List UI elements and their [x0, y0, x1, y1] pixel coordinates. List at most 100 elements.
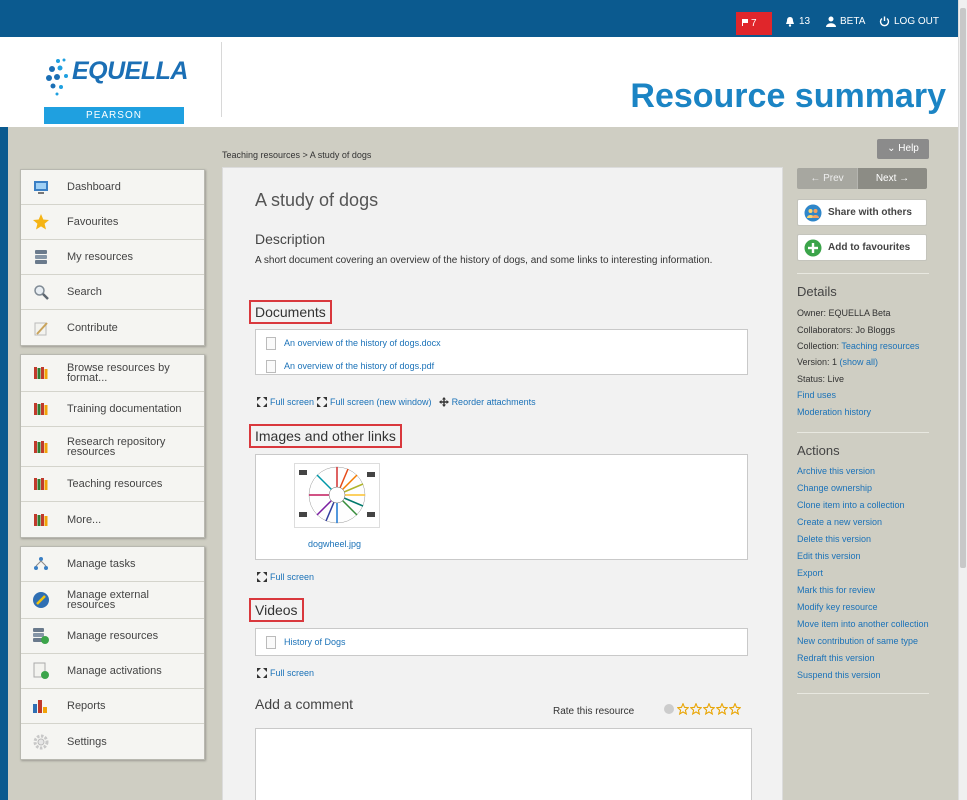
- list-item[interactable]: An overview of the history of dogs.docx: [256, 333, 747, 353]
- sidebar-item-manage-external[interactable]: Manage external resources: [21, 582, 204, 619]
- description-text: A short document covering an overview of…: [255, 255, 713, 266]
- books-icon: [31, 399, 51, 419]
- header-divider: [221, 42, 222, 117]
- sidebar-item-label: Manage external resources: [67, 589, 149, 611]
- action-link[interactable]: New contribution of same type: [797, 636, 929, 647]
- sidebar-item-manage-activations[interactable]: Manage activations: [21, 654, 204, 689]
- full-screen-new-window-link[interactable]: Full screen (new window): [330, 397, 432, 407]
- action-link[interactable]: Modify key resource: [797, 602, 929, 613]
- sidebar-item-favourites[interactable]: Favourites: [21, 205, 204, 240]
- action-link[interactable]: Delete this version: [797, 534, 929, 545]
- star-icon: [31, 212, 51, 232]
- sidebar-item-my-resources[interactable]: My resources: [21, 240, 204, 275]
- add-comment-heading: Add a comment: [255, 696, 354, 712]
- sidebar-item-research-repo[interactable]: Research repository resources: [21, 427, 204, 467]
- chevron-down-icon: ⌄: [887, 143, 899, 154]
- document-link[interactable]: An overview of the history of dogs.docx: [284, 338, 441, 348]
- flag-badge[interactable]: 7: [736, 12, 772, 35]
- version-line: Version: 1 (show all): [797, 356, 929, 369]
- notifications[interactable]: 13: [785, 16, 810, 27]
- user-icon: [826, 16, 836, 27]
- videos-heading: Videos: [249, 598, 304, 622]
- action-link[interactable]: Move item into another collection: [797, 619, 929, 630]
- books-icon: [31, 510, 51, 530]
- sidebar-item-teaching-resources[interactable]: Teaching resources: [21, 467, 204, 502]
- rating-stars[interactable]: [664, 703, 741, 715]
- sidebar-item-dashboard[interactable]: Dashboard: [21, 170, 204, 205]
- action-link[interactable]: Archive this version: [797, 466, 929, 477]
- action-link[interactable]: Suspend this version: [797, 670, 929, 681]
- moderation-history-link[interactable]: Moderation history: [797, 407, 929, 418]
- sidebar-item-more[interactable]: More...: [21, 502, 204, 537]
- sidebar-item-training-docs[interactable]: Training documentation: [21, 392, 204, 427]
- collaborators-text: Collaborators: Jo Bloggs: [797, 325, 896, 335]
- sidebar-item-contribute[interactable]: Contribute: [21, 310, 204, 345]
- clear-rating-icon[interactable]: [664, 704, 674, 714]
- share-button[interactable]: Share with others: [797, 199, 927, 226]
- reorder-attachments-link[interactable]: Reorder attachments: [452, 397, 536, 407]
- arrow-left-icon: ←: [810, 173, 824, 184]
- next-label: Next: [875, 173, 897, 184]
- star-icon[interactable]: [703, 703, 715, 715]
- full-screen-link[interactable]: Full screen: [270, 572, 314, 582]
- logout-label: LOG OUT: [894, 16, 940, 27]
- comment-textarea[interactable]: [255, 728, 752, 800]
- user-menu[interactable]: BETA: [826, 16, 865, 27]
- sidebar-item-search[interactable]: Search: [21, 275, 204, 310]
- collection-label: Collection:: [797, 341, 842, 351]
- action-link[interactable]: Redraft this version: [797, 653, 929, 664]
- full-screen-link[interactable]: Full screen: [270, 397, 314, 407]
- description-heading: Description: [255, 231, 326, 247]
- sidebar-item-label: Teaching resources: [67, 478, 163, 490]
- find-uses-link[interactable]: Find uses: [797, 390, 929, 401]
- help-button[interactable]: ⌄ Help: [877, 139, 929, 159]
- magnifier-icon: [31, 282, 51, 302]
- star-icon[interactable]: [677, 703, 689, 715]
- action-link[interactable]: Mark this for review: [797, 585, 929, 596]
- nav-group-main: Dashboard Favourites My resources Search…: [20, 169, 205, 346]
- sidebar-item-label: Manage resources: [67, 630, 159, 642]
- breadcrumb-text[interactable]: Teaching resources > A study of dogs: [222, 150, 371, 160]
- document-link[interactable]: An overview of the history of dogs.pdf: [284, 361, 434, 371]
- prev-label: Prev: [823, 173, 844, 184]
- dog-wheel-image: [299, 466, 375, 524]
- prev-button[interactable]: ← Prev: [797, 168, 857, 189]
- action-link[interactable]: Create a new version: [797, 517, 929, 528]
- breadcrumb: Teaching resources > A study of dogs: [222, 150, 371, 160]
- star-icon[interactable]: [690, 703, 702, 715]
- fullscreen-icon: [257, 668, 267, 678]
- next-button[interactable]: Next →: [857, 168, 927, 189]
- add-favourites-button[interactable]: Add to favourites: [797, 234, 927, 261]
- documents-heading: Documents: [249, 300, 332, 324]
- rate-label: Rate this resource: [553, 706, 635, 717]
- tasks-icon: [31, 554, 51, 574]
- action-link[interactable]: Export: [797, 568, 929, 579]
- full-screen-link[interactable]: Full screen: [270, 668, 314, 678]
- star-icon[interactable]: [729, 703, 741, 715]
- action-link[interactable]: Edit this version: [797, 551, 929, 562]
- list-item[interactable]: History of Dogs: [256, 632, 747, 652]
- videos-list: History of Dogs: [255, 628, 748, 656]
- video-link[interactable]: History of Dogs: [284, 637, 346, 647]
- fullscreen-icon: [257, 397, 267, 407]
- star-icon[interactable]: [716, 703, 728, 715]
- collection-link[interactable]: Teaching resources: [841, 341, 919, 351]
- sidebar-item-manage-tasks[interactable]: Manage tasks: [21, 547, 204, 582]
- sidebar-item-settings[interactable]: Settings: [21, 724, 204, 759]
- image-thumbnail[interactable]: [294, 463, 380, 528]
- flag-icon: [742, 19, 748, 26]
- action-link[interactable]: Change ownership: [797, 483, 929, 494]
- sidebar-item-manage-resources[interactable]: Manage resources: [21, 619, 204, 654]
- image-caption-link[interactable]: dogwheel.jpg: [308, 539, 361, 549]
- sidebar-item-label: Training documentation: [67, 403, 182, 415]
- sidebar-item-browse-format[interactable]: Browse resources by format...: [21, 355, 204, 392]
- sidebar-item-reports[interactable]: Reports: [21, 689, 204, 724]
- sidebar-item-label: More...: [67, 513, 102, 526]
- action-link[interactable]: Clone item into a collection: [797, 500, 929, 511]
- logout-link[interactable]: LOG OUT: [879, 16, 939, 27]
- sidebar-item-label: Search: [67, 286, 102, 298]
- scrollbar-thumb[interactable]: [960, 8, 966, 568]
- list-item[interactable]: An overview of the history of dogs.pdf: [256, 356, 747, 376]
- show-all-versions-link[interactable]: (show all): [840, 357, 879, 367]
- images-actions: Full screen: [257, 572, 314, 582]
